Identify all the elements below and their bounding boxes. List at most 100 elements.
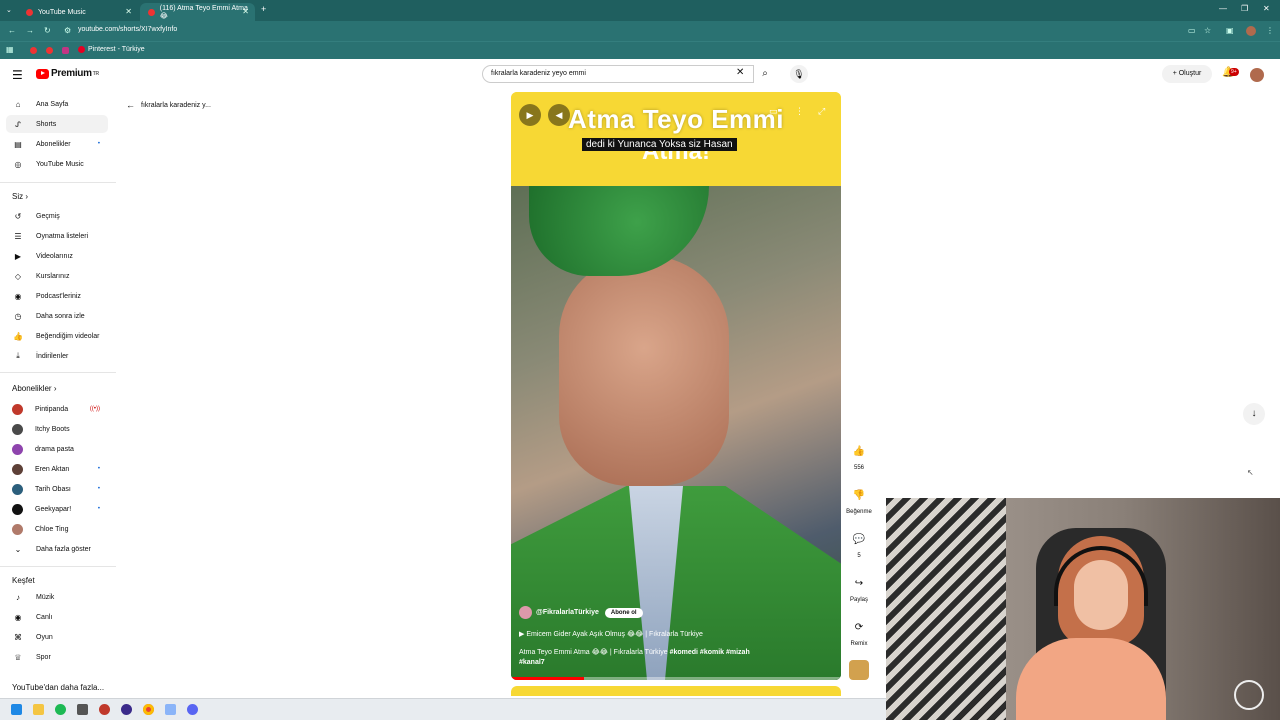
sidebar-you-heading[interactable]: Siz › bbox=[12, 192, 28, 201]
sidebar-item-playlists[interactable]: ☰ Oynatma listeleri bbox=[6, 227, 108, 245]
tab-list-icon[interactable]: ⌄ bbox=[6, 6, 12, 14]
like-button[interactable]: 👍 556 bbox=[844, 441, 874, 471]
tab-title: (116) Atma Teyo Emmi Atma 😂 bbox=[159, 4, 248, 20]
comments-button[interactable]: 💬 5 bbox=[844, 529, 874, 559]
create-button[interactable]: + Oluştur bbox=[1162, 65, 1212, 83]
sidebar-sub-pintipanda[interactable]: Pintipanda ((•)) bbox=[6, 400, 108, 418]
new-tab-icon[interactable]: + bbox=[261, 4, 266, 14]
hashtags[interactable]: #komedi #komik #mizah bbox=[670, 649, 750, 656]
channel-name[interactable]: @FikralarlaTürkiye bbox=[536, 609, 599, 616]
sidebar-item-label: Shorts bbox=[36, 120, 57, 128]
instagram-bookmark-icon[interactable] bbox=[62, 47, 69, 54]
sidebar-item-downloads[interactable]: ⤓ İndirilenler bbox=[6, 347, 108, 365]
share-button[interactable]: ↪ Paylaş bbox=[844, 573, 874, 603]
sidebar-item-watch-later[interactable]: ◷ Daha sonra izle bbox=[6, 307, 108, 325]
channel-avatar bbox=[12, 443, 23, 455]
hashtags[interactable]: #kanal7 bbox=[519, 659, 545, 666]
back-to-search[interactable]: ← fıkralarla karadeniz y... bbox=[126, 100, 211, 110]
sidebar-sub-geekyapar[interactable]: Geekyapar! • bbox=[6, 500, 108, 518]
close-tab-icon[interactable]: ✕ bbox=[242, 7, 249, 16]
windows-start-icon[interactable] bbox=[11, 704, 22, 715]
back-icon[interactable]: ← bbox=[8, 26, 16, 35]
sidebar-item-label: İndirilenler bbox=[36, 352, 69, 360]
voice-search-icon[interactable]: 🎙 bbox=[790, 65, 808, 83]
subscribe-button[interactable]: Abone ol bbox=[604, 607, 643, 618]
sidebar-sub-eren-aktan[interactable]: Eren Aktan • bbox=[6, 460, 108, 478]
youtube-music-bookmark-icon[interactable] bbox=[46, 47, 53, 54]
user-avatar[interactable] bbox=[1250, 68, 1264, 82]
next-short-preview[interactable] bbox=[511, 686, 841, 696]
remix-button[interactable]: ⟳ Remix bbox=[844, 617, 874, 647]
sidebar-item-podcasts[interactable]: ◉ Podcast'leriniz bbox=[6, 287, 108, 305]
sidebar-item-liked-videos[interactable]: 👍 Beğendiğim videolar bbox=[6, 327, 108, 345]
sidebar-item-subscriptions[interactable]: ▤ Abonelikler • bbox=[6, 135, 108, 153]
captions-icon[interactable]: ▭ bbox=[769, 106, 778, 117]
search-input[interactable]: fıkralarla karadeniz yeyo emmi bbox=[482, 65, 754, 83]
sidebar-item-history[interactable]: ↺ Geçmiş bbox=[6, 207, 108, 225]
sound-channel-thumbnail[interactable] bbox=[849, 660, 869, 680]
related-video-link[interactable]: ▶ Emicem Gider Ayak Aşık Olmuş 😂😂 | Fıkr… bbox=[519, 630, 703, 638]
url-field[interactable]: youtube.com/shorts/XI7wxfyInfo bbox=[78, 26, 177, 33]
tab-shorts[interactable]: (116) Atma Teyo Emmi Atma 😂 ✕ bbox=[140, 3, 255, 21]
bookmark-pinterest[interactable]: Pinterest - Türkiye bbox=[78, 46, 145, 53]
file-explorer-icon[interactable] bbox=[33, 704, 44, 715]
dislike-button[interactable]: 👎 Beğenme bbox=[844, 485, 874, 515]
sidebar-item-your-videos[interactable]: ▶ Videolarınız bbox=[6, 247, 108, 265]
settings-icon[interactable] bbox=[165, 704, 176, 715]
clear-search-icon[interactable]: ✕ bbox=[736, 67, 744, 78]
cast-icon[interactable]: ▭ bbox=[1188, 26, 1196, 35]
sidebar-sub-tarih-obasi[interactable]: Tarih Obası • bbox=[6, 480, 108, 498]
channel-avatar[interactable] bbox=[519, 606, 532, 619]
next-video-arrow-icon[interactable]: ↓ bbox=[1243, 403, 1265, 425]
sidebar-item-label: Ana Sayfa bbox=[36, 100, 69, 108]
shorts-icon: ᔑ bbox=[15, 119, 21, 129]
play-icon[interactable]: ▶ bbox=[519, 104, 541, 126]
profile-avatar[interactable] bbox=[1246, 26, 1256, 36]
youtube-premium-logo[interactable]: Premium TR bbox=[36, 68, 99, 79]
bookmark-star-icon[interactable]: ☆ bbox=[1204, 26, 1211, 35]
hamburger-menu-icon[interactable]: ☰ bbox=[12, 68, 23, 82]
close-window-icon[interactable]: ✕ bbox=[1263, 4, 1270, 13]
site-info-icon[interactable]: ⚙ bbox=[64, 26, 71, 35]
extension-icon[interactable]: ▣ bbox=[1226, 26, 1234, 35]
sidebar-sub-drama-pasta[interactable]: drama pasta bbox=[6, 440, 108, 458]
youtube-bookmark-icon[interactable] bbox=[30, 47, 37, 54]
forward-icon[interactable]: → bbox=[26, 26, 34, 35]
fullscreen-icon[interactable]: ⤢ bbox=[818, 106, 825, 117]
browser-menu-icon[interactable]: ⋮ bbox=[1266, 26, 1274, 35]
spotify-icon[interactable] bbox=[55, 704, 66, 715]
tab-youtube-music[interactable]: YouTube Music ✕ bbox=[18, 3, 138, 21]
search-button[interactable]: ⌕ bbox=[754, 65, 776, 83]
reload-icon[interactable]: ↻ bbox=[44, 26, 51, 35]
sidebar-item-live[interactable]: ◉ Canlı bbox=[6, 608, 108, 626]
sidebar-item-gaming[interactable]: ⌘ Oyun bbox=[6, 628, 108, 646]
obs-icon[interactable] bbox=[121, 704, 132, 715]
shorts-video-player[interactable]: Atma Teyo Emmi Atma! dedi ki Yunanca Yok… bbox=[511, 92, 841, 680]
close-tab-icon[interactable]: ✕ bbox=[125, 7, 132, 16]
sidebar-item-label: Oyun bbox=[36, 633, 53, 641]
sidebar-sub-chloe-ting[interactable]: Chloe Ting bbox=[6, 520, 108, 538]
sidebar-item-shorts[interactable]: ᔑ Shorts bbox=[6, 115, 108, 133]
sidebar-subscriptions-heading[interactable]: Abonelikler › bbox=[12, 384, 56, 393]
sidebar-item-label: Daha fazla göster bbox=[36, 545, 91, 553]
chrome-icon[interactable] bbox=[143, 704, 154, 715]
sidebar-item-youtube-music[interactable]: ◎ YouTube Music bbox=[6, 155, 108, 173]
mouse-cursor-icon: ↖ bbox=[1247, 468, 1254, 477]
sidebar-item-label: Spor bbox=[36, 653, 51, 661]
maximize-icon[interactable]: ❐ bbox=[1241, 4, 1248, 13]
app-icon[interactable] bbox=[99, 704, 110, 715]
sidebar-show-more[interactable]: ⌄ Daha fazla göster bbox=[6, 540, 108, 558]
apps-grid-icon[interactable]: ▦ bbox=[6, 45, 14, 54]
remix-label: Remix bbox=[850, 641, 868, 647]
app-icon[interactable] bbox=[77, 704, 88, 715]
more-options-icon[interactable]: ⋮ bbox=[795, 106, 804, 117]
sidebar-item-sports[interactable]: ♕ Spor bbox=[6, 648, 108, 666]
sidebar-item-courses[interactable]: ◇ Kurslarınız bbox=[6, 267, 108, 285]
minimize-icon[interactable]: — bbox=[1219, 4, 1227, 13]
sidebar-sub-itchy-boots[interactable]: Itchy Boots bbox=[6, 420, 108, 438]
sidebar-item-home[interactable]: ⌂ Ana Sayfa bbox=[6, 95, 108, 113]
sidebar-item-music[interactable]: ♪ Müzik bbox=[6, 588, 108, 606]
video-progress-bar[interactable] bbox=[511, 677, 841, 680]
discord-icon[interactable] bbox=[187, 704, 198, 715]
volume-icon[interactable]: ◀ bbox=[548, 104, 570, 126]
